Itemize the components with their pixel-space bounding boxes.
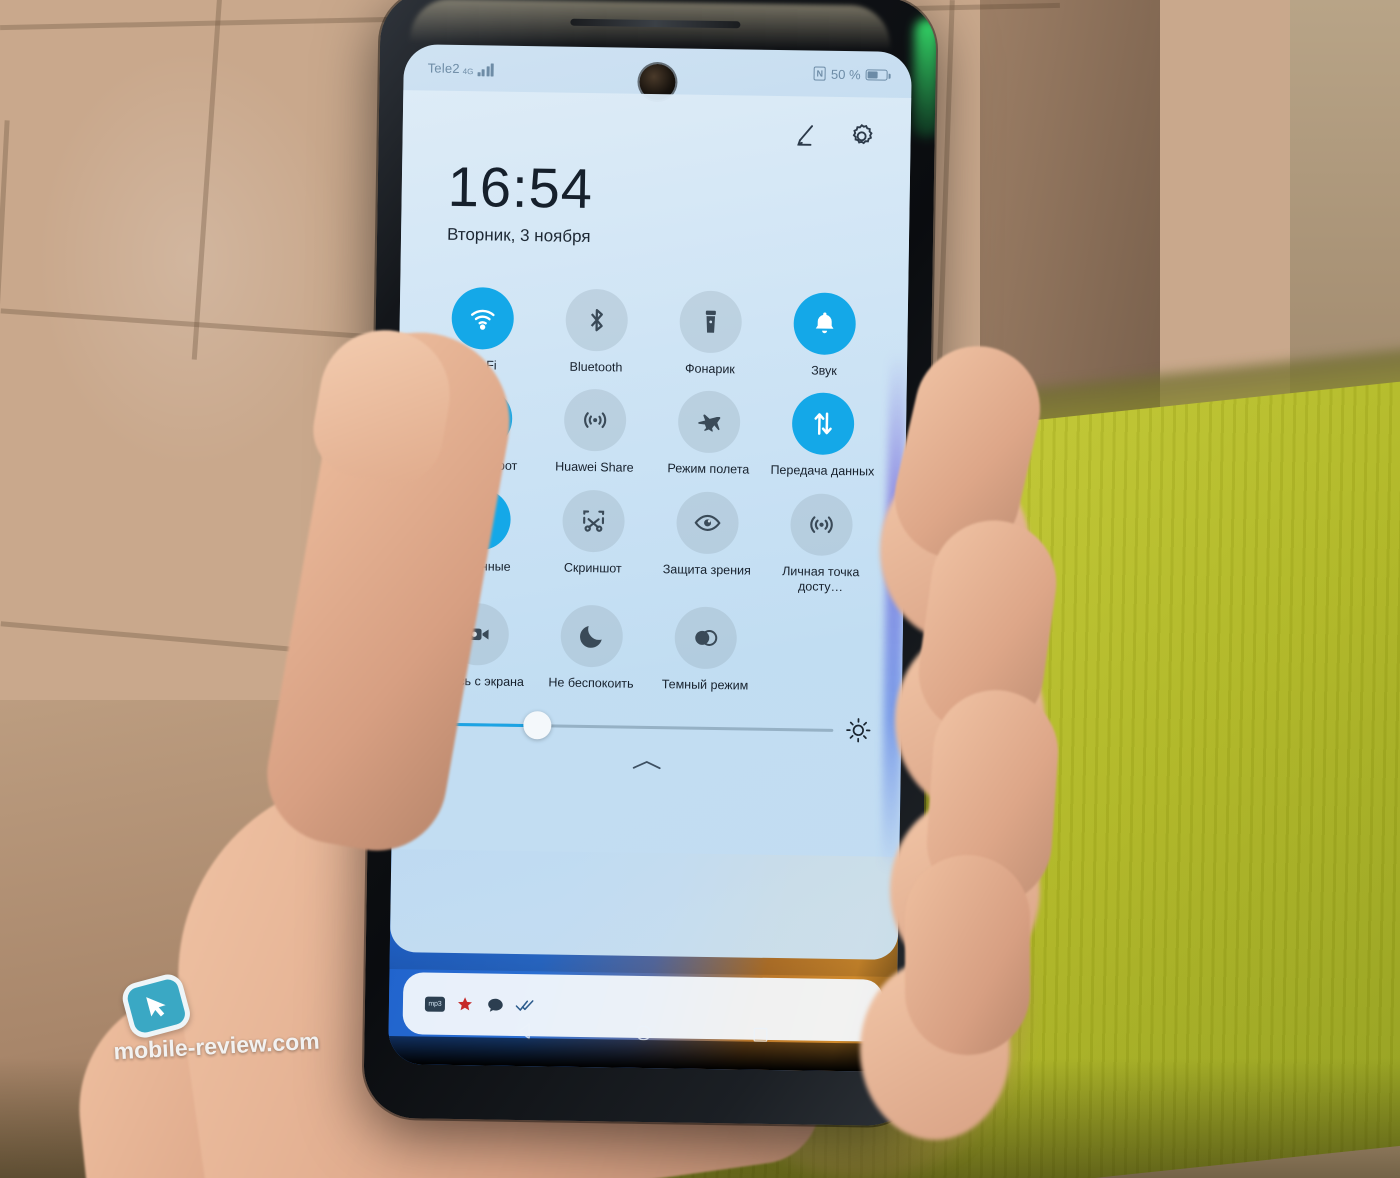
status-bar-left: Tele2 4G xyxy=(427,59,495,76)
airplane-icon xyxy=(677,390,741,454)
eye-comfort-icon xyxy=(676,490,740,554)
toggle-label: Скриншот xyxy=(563,560,622,576)
clock-block: 16:54 Вторник, 3 ноября xyxy=(401,144,911,252)
little-finger xyxy=(905,855,1030,1055)
hotspot-icon xyxy=(790,492,854,556)
toggle-bluetooth[interactable]: Bluetooth xyxy=(539,288,654,376)
photo-scene: Tele2 4G N 50 % 16:54 Вторник, 3 ноября … xyxy=(0,0,1400,1178)
toggle-label: Не беспокоить xyxy=(548,675,634,691)
toggle-eye-comfort[interactable]: Защита зрения xyxy=(649,490,765,594)
toggle-label: Личная точка досту… xyxy=(782,563,860,594)
battery-icon xyxy=(865,68,888,81)
mp3-badge-icon: mp3 xyxy=(424,994,446,1014)
toggle-hotspot[interactable]: Личная точка досту… xyxy=(763,492,879,595)
toggle-sound[interactable]: Звук xyxy=(767,292,882,380)
status-bar-right: N 50 % xyxy=(813,66,888,82)
pencil-icon[interactable] xyxy=(790,120,820,150)
bell-icon xyxy=(793,292,857,356)
brightness-slider-row[interactable] xyxy=(393,688,902,744)
panel-action-bar xyxy=(402,100,911,152)
toggle-mobile-data[interactable]: Передача данных xyxy=(765,392,880,480)
watermark: mobile-review.com xyxy=(110,970,320,1066)
dark-mode-icon xyxy=(674,606,738,670)
data-transfer-icon xyxy=(791,392,855,456)
gear-icon[interactable] xyxy=(846,121,876,151)
toggle-dark-mode[interactable]: Темный режим xyxy=(648,606,763,694)
brightness-track[interactable] xyxy=(453,711,834,740)
toggle-flashlight[interactable]: Фонарик xyxy=(653,290,768,378)
toggle-label: Защита зрения xyxy=(662,561,751,578)
brightness-thumb[interactable] xyxy=(522,711,552,740)
flashlight-icon xyxy=(679,290,743,354)
star-icon xyxy=(455,994,475,1014)
toggle-label: Звук xyxy=(811,363,837,378)
screenshot-icon xyxy=(562,489,626,553)
green-edge-reflection xyxy=(912,18,937,139)
toggle-label: Передача данных xyxy=(770,463,875,479)
nfc-icon: N xyxy=(813,66,827,81)
battery-percent-label: 50 % xyxy=(830,66,861,82)
toggle-label: Bluetooth xyxy=(569,359,623,375)
carrier-name: Tele2 xyxy=(427,59,460,76)
sun-large-icon xyxy=(845,717,871,743)
double-check-icon xyxy=(515,995,535,1015)
moon-icon xyxy=(560,604,624,668)
toggle-label: Фонарик xyxy=(685,361,735,377)
toggle-label: Темный режим xyxy=(661,677,749,693)
chat-bubble-icon xyxy=(485,994,505,1014)
toggle-label: Huawei Share xyxy=(555,459,634,475)
toggle-huawei-share[interactable]: Huawei Share xyxy=(537,388,652,476)
network-type-label: 4G xyxy=(462,66,474,76)
toggle-do-not-disturb[interactable]: Не беспокоить xyxy=(534,604,649,692)
signal-bars-icon xyxy=(477,62,495,76)
bluetooth-icon xyxy=(565,288,629,352)
wifi-icon xyxy=(451,286,515,350)
chevron-up-icon[interactable] xyxy=(393,754,901,776)
toggle-airplane-mode[interactable]: Режим полета xyxy=(651,390,766,478)
clock-time: 16:54 xyxy=(447,154,594,221)
toggle-screenshot[interactable]: Скриншот xyxy=(535,489,651,592)
cursor-arrow-logo xyxy=(119,970,194,1042)
toggle-label: Режим полета xyxy=(667,461,750,477)
huawei-share-icon xyxy=(563,388,627,452)
